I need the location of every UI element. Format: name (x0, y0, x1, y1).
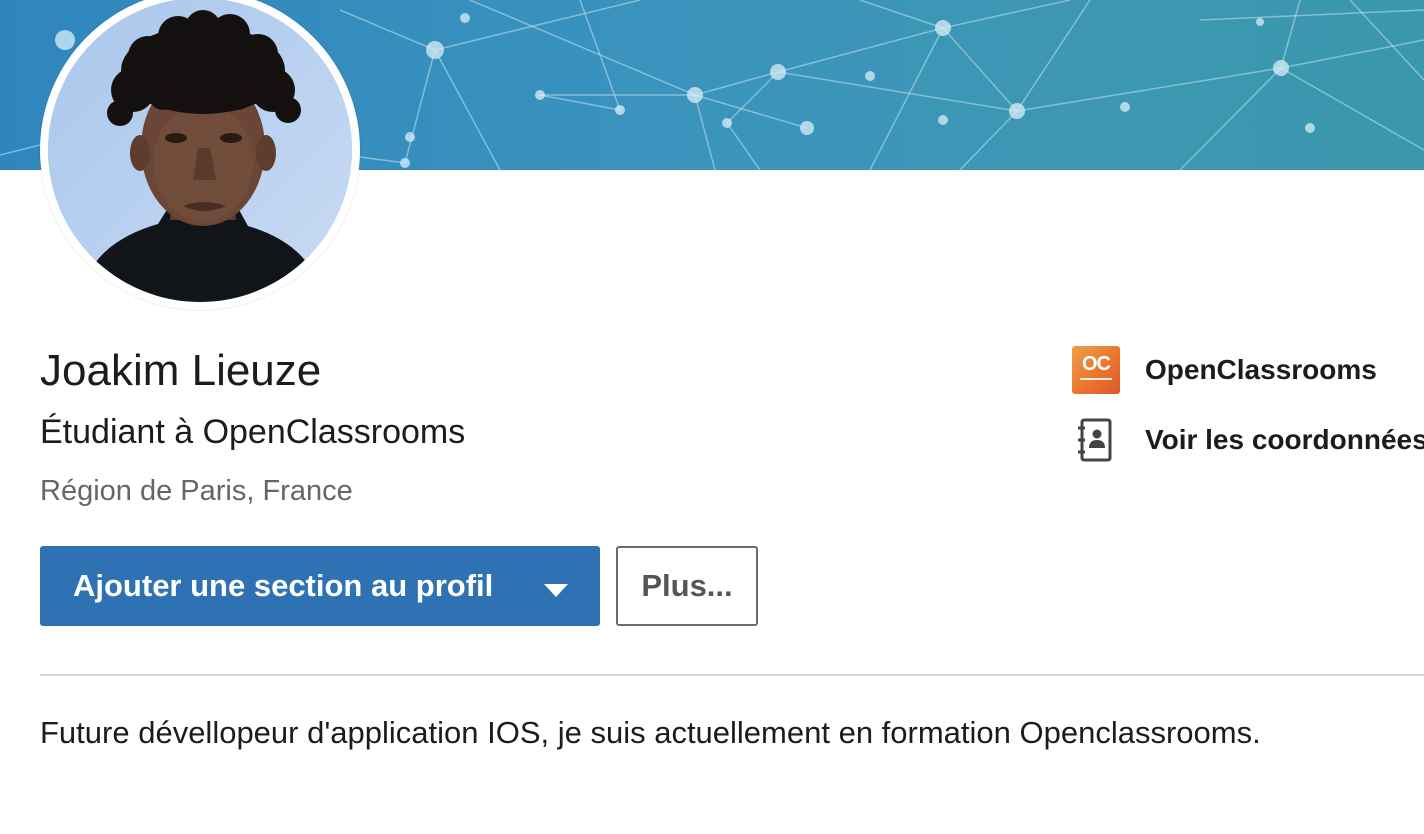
profile-summary: Future dévellopeur d'application IOS, je… (40, 715, 1261, 750)
openclassrooms-logo-text: OC (1082, 353, 1111, 375)
avatar[interactable] (48, 0, 352, 302)
current-company-link[interactable]: OC OpenClassrooms (1072, 346, 1377, 394)
openclassrooms-logo: OC (1072, 346, 1120, 394)
contact-info-label: Voir les coordonnées (1145, 424, 1424, 455)
profile-photo (48, 0, 352, 302)
company-label: OpenClassrooms (1145, 354, 1377, 385)
profile-name: Joakim Lieuze (40, 346, 322, 395)
profile-location: Région de Paris, France (40, 475, 353, 507)
profile-photo-frame[interactable] (40, 0, 360, 310)
caret-down-icon (544, 584, 568, 597)
logo-underline (1080, 378, 1112, 380)
add-profile-section-label: Ajouter une section au profil (73, 568, 494, 603)
contact-info-link[interactable]: Voir les coordonnées (1072, 416, 1424, 464)
divider (40, 674, 1424, 676)
add-profile-section-button[interactable]: Ajouter une section au profil (40, 546, 600, 626)
more-button[interactable]: Plus... (616, 546, 758, 626)
profile-headline: Étudiant à OpenClassrooms (40, 413, 466, 451)
contact-book-icon (1078, 418, 1112, 462)
